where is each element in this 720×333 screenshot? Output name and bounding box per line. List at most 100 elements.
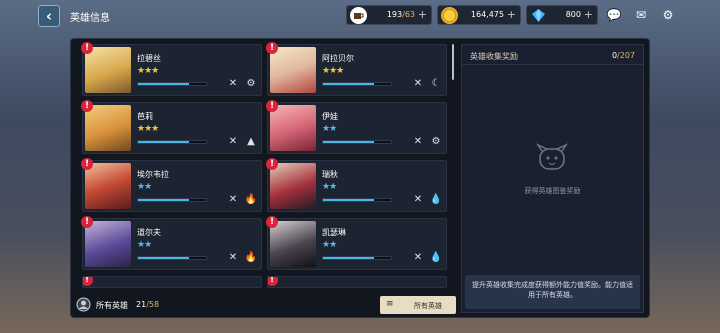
diamond-gem-icon (530, 7, 547, 24)
gold-resource: 164,475 + (437, 5, 521, 25)
hero-progress-bar (137, 198, 207, 202)
hero-portrait (85, 221, 131, 267)
notification-badge: ! (268, 277, 278, 286)
chat-button[interactable]: 💬 (604, 5, 624, 25)
chat-bubble-icon: 💬 (606, 8, 622, 22)
all-heroes-filter-button[interactable]: ≡ 所有英雄 (380, 296, 456, 314)
hero-card[interactable]: ! 拉碧丝 ★★★ ✕ ⚙ (81, 42, 262, 96)
reward-count: 0/207 (611, 51, 635, 60)
notification-badge: ! (81, 158, 93, 170)
add-diamond-button[interactable]: + (584, 8, 593, 21)
coffee-cup-icon (350, 7, 367, 24)
hero-collection-icon (76, 297, 91, 312)
hero-portrait (85, 163, 131, 209)
gear-icon: ⚙ (662, 8, 674, 22)
reward-title: 英雄收集奖励 (470, 52, 518, 61)
hero-progress-bar (137, 140, 207, 144)
back-button[interactable]: ‹ (38, 5, 60, 27)
hero-portrait (270, 47, 316, 93)
hero-progress-bar (322, 256, 392, 260)
hero-card[interactable]: ! 埃尔韦拉 ★★ ✕ 🔥 (81, 158, 262, 212)
hero-card-partial[interactable]: ! (267, 276, 447, 288)
stamina-value: 193/63 (386, 10, 415, 19)
page-title: 英雄信息 (70, 13, 110, 24)
notification-badge: ! (81, 100, 93, 112)
hero-name: 拉碧丝 (137, 54, 161, 63)
notification-badge: ! (266, 100, 278, 112)
hero-name: 阿拉贝尔 (322, 54, 354, 63)
reward-header: 英雄收集奖励 0/207 (462, 45, 643, 65)
gear-icon: ⚙ (246, 78, 256, 89)
hero-stars: ★★ (137, 182, 152, 192)
hero-card[interactable]: ! 阿拉贝尔 ★★★ ✕ ☾ (266, 42, 447, 96)
mascot-icon (535, 143, 569, 170)
water-drop-icon: 💧 (429, 252, 443, 263)
scrollbar[interactable] (452, 44, 454, 80)
stamina-resource: 193/63 + (346, 5, 432, 25)
hero-progress-bar (137, 256, 207, 260)
hero-name: 凯瑟琳 (322, 228, 346, 237)
crossed-swords-icon: ✕ (228, 78, 238, 89)
mountain-icon: ▲ (247, 136, 255, 147)
crescent-icon: ☾ (431, 78, 441, 89)
crossed-swords-icon: ✕ (228, 252, 238, 263)
settings-button[interactable]: ⚙ (658, 5, 678, 25)
hero-portrait (270, 163, 316, 209)
hero-card[interactable]: ! 凯瑟琳 ★★ ✕ 💧 (266, 216, 447, 270)
hero-stars: ★★ (322, 240, 337, 250)
crossed-swords-icon: ✕ (413, 194, 423, 205)
hero-stars: ★★ (322, 124, 337, 134)
notification-badge: ! (81, 42, 93, 54)
hero-portrait (270, 221, 316, 267)
mail-button[interactable]: ✉ (631, 5, 651, 25)
hero-name: 道尔夫 (137, 228, 161, 237)
hero-progress-bar (322, 82, 392, 86)
notification-badge: ! (266, 158, 278, 170)
notification-badge: ! (266, 216, 278, 228)
gold-value: 164,475 (470, 10, 504, 19)
hero-card[interactable]: ! 芭莉 ★★★ ✕ ▲ (81, 100, 262, 154)
hero-card[interactable]: ! 道尔夫 ★★ ✕ 🔥 (81, 216, 262, 270)
add-stamina-button[interactable]: + (418, 8, 427, 21)
hero-portrait (270, 105, 316, 151)
hero-progress-bar (322, 198, 392, 202)
hero-count: 21/58 (136, 300, 160, 309)
hero-stars: ★★ (322, 182, 337, 192)
hero-name: 埃尔韦拉 (137, 170, 169, 179)
gold-coin-icon (441, 7, 458, 24)
crossed-swords-icon: ✕ (228, 194, 238, 205)
diamond-value: 800 (565, 10, 581, 19)
hero-portrait (85, 105, 131, 151)
hero-stars: ★★ (137, 240, 152, 250)
crossed-swords-icon: ✕ (413, 252, 423, 263)
filter-label: 所有英雄 (414, 302, 442, 310)
hero-portrait (85, 47, 131, 93)
hero-card[interactable]: ! 伊娃 ★★ ✕ ⚙ (266, 100, 447, 154)
gear-icon: ⚙ (431, 136, 441, 147)
hero-name: 瑞秋 (322, 170, 338, 179)
notification-badge: ! (81, 216, 93, 228)
hero-name: 芭莉 (137, 112, 153, 121)
hero-name: 伊娃 (322, 112, 338, 121)
reward-note: 提升英雄收集完成度获得额外能力值奖励。能力值适用于所有英雄。 (465, 275, 640, 309)
reward-empty-text: 获得英雄图鉴奖励 (524, 187, 581, 195)
flame-icon: 🔥 (244, 194, 258, 205)
flame-icon: 🔥 (244, 252, 258, 263)
crossed-swords-icon: ✕ (413, 136, 423, 147)
all-heroes-label: 所有英雄 (96, 301, 128, 310)
hero-card-partial[interactable]: ! (82, 276, 262, 288)
hero-progress-bar (137, 82, 207, 86)
hero-card[interactable]: ! 瑞秋 ★★ ✕ 💧 (266, 158, 447, 212)
top-bar: ‹ 英雄信息 193/63 + 164,475 + 800 + 💬 ✉ ⚙ (0, 0, 720, 32)
chevron-left-icon: ‹ (45, 7, 53, 25)
diamond-resource: 800 + (526, 5, 598, 25)
hero-progress-bar (322, 140, 392, 144)
hero-stars: ★★★ (137, 124, 159, 134)
crossed-swords-icon: ✕ (228, 136, 238, 147)
list-icon: ≡ (386, 299, 394, 309)
add-gold-button[interactable]: + (507, 8, 516, 21)
mail-icon: ✉ (635, 8, 647, 22)
notification-badge: ! (83, 277, 93, 286)
crossed-swords-icon: ✕ (413, 78, 423, 89)
hero-stars: ★★★ (322, 66, 344, 76)
